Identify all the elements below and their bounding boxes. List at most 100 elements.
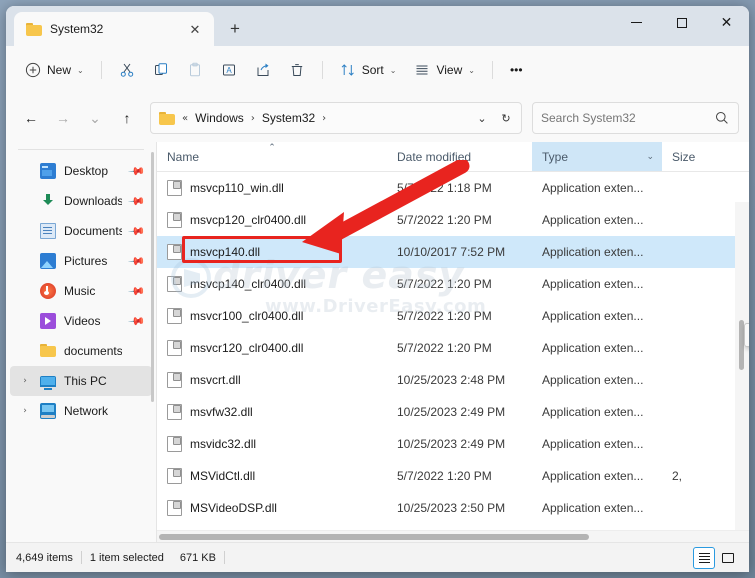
sidebar-item-videos[interactable]: ›Videos📌 [10,306,152,336]
rename-button[interactable]: A [212,54,246,86]
pin-icon[interactable]: 📌 [128,252,146,269]
close-tab-icon[interactable]: ✕ [184,18,206,40]
close-window-button[interactable]: ✕ [704,6,749,39]
desktop-background: System32 ✕ + ✕ New ⌄ [0,0,755,578]
cell-name: MSVidCtl.dll [157,468,387,484]
sidebar-item-label: Network [64,404,122,418]
cell-date-modified: 5/7/2022 1:20 PM [387,277,532,291]
sort-label: Sort [362,63,384,77]
column-header-type[interactable]: Type ⌄ [532,142,662,171]
command-bar: New ⌄ A [6,46,749,94]
cell-name: msvcr100_clr0400.dll [157,308,387,324]
minimize-button[interactable] [614,6,659,39]
desktop-icon [40,163,56,179]
maximize-button[interactable] [659,6,704,39]
sidebar-item-documents[interactable]: ›Documents📌 [10,216,152,246]
table-row[interactable]: msvfw32.dll10/25/2023 2:49 PMApplication… [157,396,749,428]
cut-button[interactable] [110,54,144,86]
large-icons-view-button[interactable] [717,547,739,569]
sidebar-item-pictures[interactable]: ›Pictures📌 [10,246,152,276]
sidebar-item-label: documents [64,344,122,358]
copy-button[interactable] [144,54,178,86]
sidebar-item-label: Music [64,284,122,298]
forward-button[interactable]: → [48,103,78,133]
explorer-body: ›Desktop📌›Downloads📌›Documents📌›Pictures… [6,142,749,542]
breadcrumb-item-system32[interactable]: System32 [258,108,319,128]
table-row[interactable]: msvcr120_clr0400.dll5/7/2022 1:20 PMAppl… [157,332,749,364]
sidebar-item-this-pc[interactable]: ›This PC [10,366,152,396]
details-view-button[interactable] [693,547,715,569]
expander-icon[interactable]: › [18,406,32,416]
refresh-button[interactable]: ↻ [495,106,517,130]
column-header-size[interactable]: Size [662,142,749,171]
videos-icon [40,313,56,329]
horizontal-scrollbar-thumb[interactable] [159,534,589,540]
share-button[interactable] [246,54,280,86]
paste-button[interactable] [178,54,212,86]
recent-locations-button[interactable]: ⌄ [80,103,110,133]
back-button[interactable]: ← [16,103,46,133]
pin-icon[interactable]: 📌 [128,312,146,329]
pin-icon[interactable]: 📌 [128,282,146,299]
pin-icon[interactable]: 📌 [128,222,146,239]
table-row[interactable]: msvcp140.dll10/10/2017 7:52 PMApplicatio… [157,236,749,268]
sort-button[interactable]: Sort ⌄ [331,54,406,86]
folder-icon [26,23,42,36]
more-options-button[interactable]: ••• [501,54,532,86]
close-icon: ✕ [721,16,733,30]
breadcrumb-separator-2[interactable]: › [321,113,327,124]
chevron-down-icon[interactable]: ⌄ [646,152,654,162]
sidebar-item-desktop[interactable]: ›Desktop📌 [10,156,152,186]
item-count-label: 4,649 items [16,552,81,564]
table-row[interactable]: MSVidCtl.dll5/7/2022 1:20 PMApplication … [157,460,749,492]
table-row[interactable]: msvcp110_win.dll5/7/2022 1:18 PMApplicat… [157,172,749,204]
new-tab-button[interactable]: + [220,14,250,44]
sidebar-item-downloads[interactable]: ›Downloads📌 [10,186,152,216]
table-row[interactable]: MSVideoDSP.dll10/25/2023 2:50 PMApplicat… [157,492,749,524]
address-dropdown-button[interactable]: ⌄ [471,106,493,130]
chevron-down-icon: ⌄ [390,66,397,75]
view-button[interactable]: View ⌄ [405,54,484,86]
file-list-scrollbar[interactable] [735,202,749,530]
pin-icon[interactable]: 📌 [128,162,146,179]
cell-name: MSVideoDSP.dll [157,500,387,516]
search-box[interactable] [532,102,739,134]
file-name-label: msvcp140_clr0400.dll [190,277,306,291]
pin-icon[interactable]: 📌 [128,192,146,209]
table-row[interactable]: msvcr100_clr0400.dll5/7/2022 1:20 PMAppl… [157,300,749,332]
table-row[interactable]: msvcp120_clr0400.dll5/7/2022 1:20 PMAppl… [157,204,749,236]
sidebar-item-network[interactable]: › Network [10,396,152,426]
column-header-date-modified[interactable]: Date modified [387,142,532,171]
breadcrumb[interactable]: « Windows › System32 › ⌄ ↻ [150,102,522,134]
sidebar-item-documents[interactable]: ›documents [10,336,152,366]
documents-icon [40,223,56,239]
large-icons-view-icon [722,553,734,563]
column-header-type-label: Type [542,150,568,164]
view-label: View [436,63,462,77]
new-button[interactable]: New ⌄ [16,54,93,86]
column-header-date-label: Date modified [397,150,471,164]
selection-label: 1 item selected [82,552,172,564]
cell-name: msvcp110_win.dll [157,180,387,196]
search-input[interactable] [541,111,714,125]
cell-type: Application exten... [532,437,662,451]
up-button[interactable]: ↑ [112,103,142,133]
table-row[interactable]: msvidc32.dll10/25/2023 2:49 PMApplicatio… [157,428,749,460]
type-tooltip: Application extension [744,323,749,347]
table-row[interactable]: msvcrt.dll10/25/2023 2:48 PMApplication … [157,364,749,396]
horizontal-scrollbar[interactable] [157,530,749,542]
tab-system32[interactable]: System32 ✕ [14,12,214,46]
sidebar-item-music[interactable]: ›Music📌 [10,276,152,306]
sidebar-scrollbar-thumb[interactable] [151,152,154,402]
cell-date-modified: 5/7/2022 1:20 PM [387,213,532,227]
breadcrumb-root-prefix: « [181,113,189,124]
delete-button[interactable] [280,54,314,86]
file-list-pane: ⌃ Name Date modified Type ⌄ Size driver … [157,142,749,542]
dll-file-icon [167,308,182,324]
column-header-name[interactable]: ⌃ Name [157,142,387,171]
breadcrumb-item-windows[interactable]: Windows [191,108,248,128]
copy-icon [153,62,169,78]
downloads-icon [40,193,56,209]
expander-icon[interactable]: › [18,376,32,386]
table-row[interactable]: msvcp140_clr0400.dll5/7/2022 1:20 PMAppl… [157,268,749,300]
